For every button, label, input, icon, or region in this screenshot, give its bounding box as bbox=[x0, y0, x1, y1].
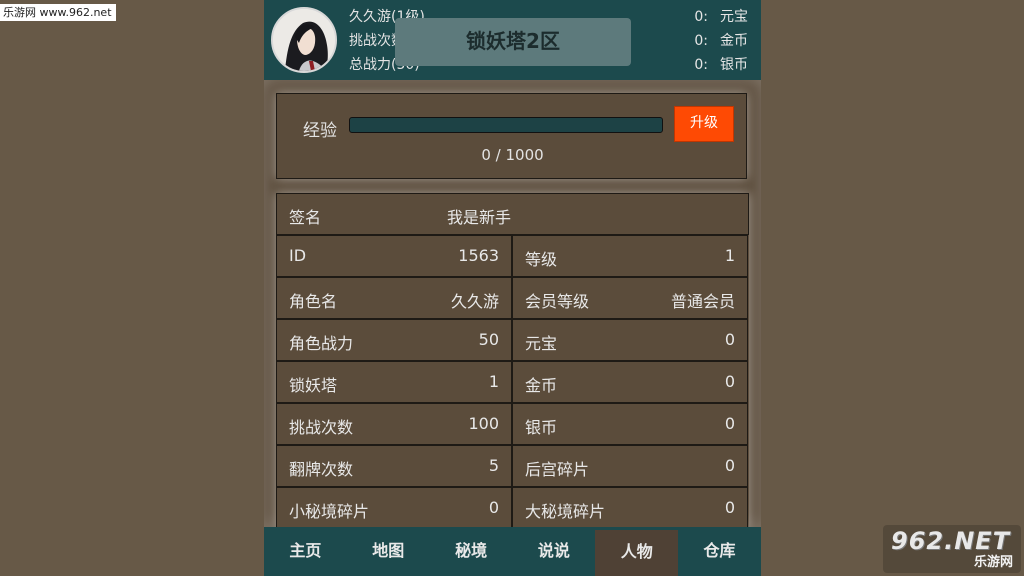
currency-label: 金币 bbox=[720, 33, 748, 49]
header: 久久游(1级) 挑战次数(100) 总战力(50) 锁妖塔2区 0:元宝 0:金… bbox=[264, 0, 761, 80]
info-key: 大秘境碎片 bbox=[525, 502, 606, 521]
info-key: 金币 bbox=[525, 376, 558, 395]
info-key: 翻牌次数 bbox=[289, 460, 354, 479]
currency-silver: 0: 银币 bbox=[694, 54, 748, 74]
info-value: 普通会员 bbox=[670, 292, 735, 311]
info-key: 挑战次数 bbox=[289, 418, 354, 437]
table-row: ID 1563 等级 1 bbox=[276, 235, 749, 277]
info-cell: 银币 0 bbox=[512, 403, 748, 445]
info-key: 角色战力 bbox=[289, 334, 354, 353]
tab-map[interactable]: 地图 bbox=[347, 527, 430, 576]
info-key: 角色名 bbox=[289, 292, 338, 311]
tab-secret-realm[interactable]: 秘境 bbox=[430, 527, 513, 576]
tab-storage[interactable]: 仓库 bbox=[678, 527, 761, 576]
table-row: 小秘境碎片 0 大秘境碎片 0 bbox=[276, 487, 749, 529]
info-cell: 角色战力 50 bbox=[276, 319, 512, 361]
info-key: ID bbox=[289, 246, 307, 265]
bottom-nav: 主页 地图 秘境 说说 人物 仓库 bbox=[264, 527, 761, 576]
info-cell: 锁妖塔 1 bbox=[276, 361, 512, 403]
currency-gold: 0: 金币 bbox=[694, 30, 748, 50]
exp-label: 经验 bbox=[303, 121, 337, 141]
exp-panel: 经验 升级 0 / 1000 bbox=[276, 93, 747, 179]
info-cell: 翻牌次数 5 bbox=[276, 445, 512, 487]
server-name[interactable]: 锁妖塔2区 bbox=[395, 18, 631, 66]
info-key: 元宝 bbox=[525, 334, 558, 353]
table-row: 翻牌次数 5 后宫碎片 0 bbox=[276, 445, 749, 487]
avatar[interactable] bbox=[271, 7, 337, 73]
info-value: 0 bbox=[488, 498, 499, 517]
info-key: 会员等级 bbox=[525, 292, 590, 311]
exp-progress-bar bbox=[349, 117, 663, 133]
info-cell: 小秘境碎片 0 bbox=[276, 487, 512, 529]
info-value: 0 bbox=[724, 330, 735, 349]
tab-home[interactable]: 主页 bbox=[264, 527, 347, 576]
tab-character[interactable]: 人物 bbox=[595, 530, 679, 576]
table-row: 挑战次数 100 银币 0 bbox=[276, 403, 749, 445]
table-row: 角色名 久久游 会员等级 普通会员 bbox=[276, 277, 749, 319]
signature-cell: 签名 我是新手 bbox=[276, 193, 749, 235]
currency-yuanbao: 0: 元宝 bbox=[694, 6, 748, 26]
game-app: 久久游(1级) 挑战次数(100) 总战力(50) 锁妖塔2区 0:元宝 0:金… bbox=[264, 0, 761, 576]
signature-value: 我是新手 bbox=[447, 208, 512, 227]
info-cell: 角色名 久久游 bbox=[276, 277, 512, 319]
info-key: 等级 bbox=[525, 250, 558, 269]
info-key: 银币 bbox=[525, 418, 558, 437]
currency-value: 0: bbox=[694, 57, 708, 73]
info-value: 0 bbox=[724, 498, 735, 517]
character-content: 经验 升级 0 / 1000 签名 我是新手 ID 1563 等级 1 角色名 久久游… bbox=[264, 80, 761, 529]
info-value: 久久游 bbox=[450, 292, 499, 311]
info-key: 小秘境碎片 bbox=[289, 502, 370, 521]
table-row: 签名 我是新手 bbox=[276, 193, 749, 235]
info-value: 1563 bbox=[458, 246, 499, 265]
currency-label: 银币 bbox=[720, 57, 748, 73]
info-cell: 元宝 0 bbox=[512, 319, 748, 361]
info-cell: 大秘境碎片 0 bbox=[512, 487, 748, 529]
info-cell: ID 1563 bbox=[276, 235, 512, 277]
info-key: 后宫碎片 bbox=[525, 460, 590, 479]
info-cell: 后宫碎片 0 bbox=[512, 445, 748, 487]
tab-posts[interactable]: 说说 bbox=[512, 527, 595, 576]
info-cell: 挑战次数 100 bbox=[276, 403, 512, 445]
watermark-logo: 962.NET 乐游网 bbox=[883, 525, 1021, 573]
watermark-top: 乐游网 www.962.net bbox=[0, 4, 116, 21]
info-value: 0 bbox=[724, 456, 735, 475]
info-cell: 金币 0 bbox=[512, 361, 748, 403]
signature-label: 签名 bbox=[289, 208, 322, 227]
info-value: 1 bbox=[488, 372, 499, 391]
table-row: 锁妖塔 1 金币 0 bbox=[276, 361, 749, 403]
info-cell: 等级 1 bbox=[512, 235, 748, 277]
upgrade-button[interactable]: 升级 bbox=[674, 106, 734, 142]
info-value: 0 bbox=[724, 414, 735, 433]
currency-value: 0: bbox=[694, 9, 708, 25]
exp-value: 0 / 1000 bbox=[481, 146, 544, 164]
info-cell: 会员等级 普通会员 bbox=[512, 277, 748, 319]
currency-label: 元宝 bbox=[720, 9, 748, 25]
info-value: 50 bbox=[478, 330, 499, 349]
character-portrait-icon bbox=[273, 9, 335, 71]
info-value: 100 bbox=[468, 414, 499, 433]
table-row: 角色战力 50 元宝 0 bbox=[276, 319, 749, 361]
info-value: 0 bbox=[724, 372, 735, 391]
info-value: 1 bbox=[724, 246, 735, 265]
info-value: 5 bbox=[488, 456, 499, 475]
info-table: 签名 我是新手 ID 1563 等级 1 角色名 久久游 会员等级 普通会员 角色战力 5… bbox=[276, 193, 749, 529]
watermark-logo-small: 乐游网 bbox=[973, 555, 1013, 570]
info-key: 锁妖塔 bbox=[289, 376, 338, 395]
currency-value: 0: bbox=[694, 33, 708, 49]
